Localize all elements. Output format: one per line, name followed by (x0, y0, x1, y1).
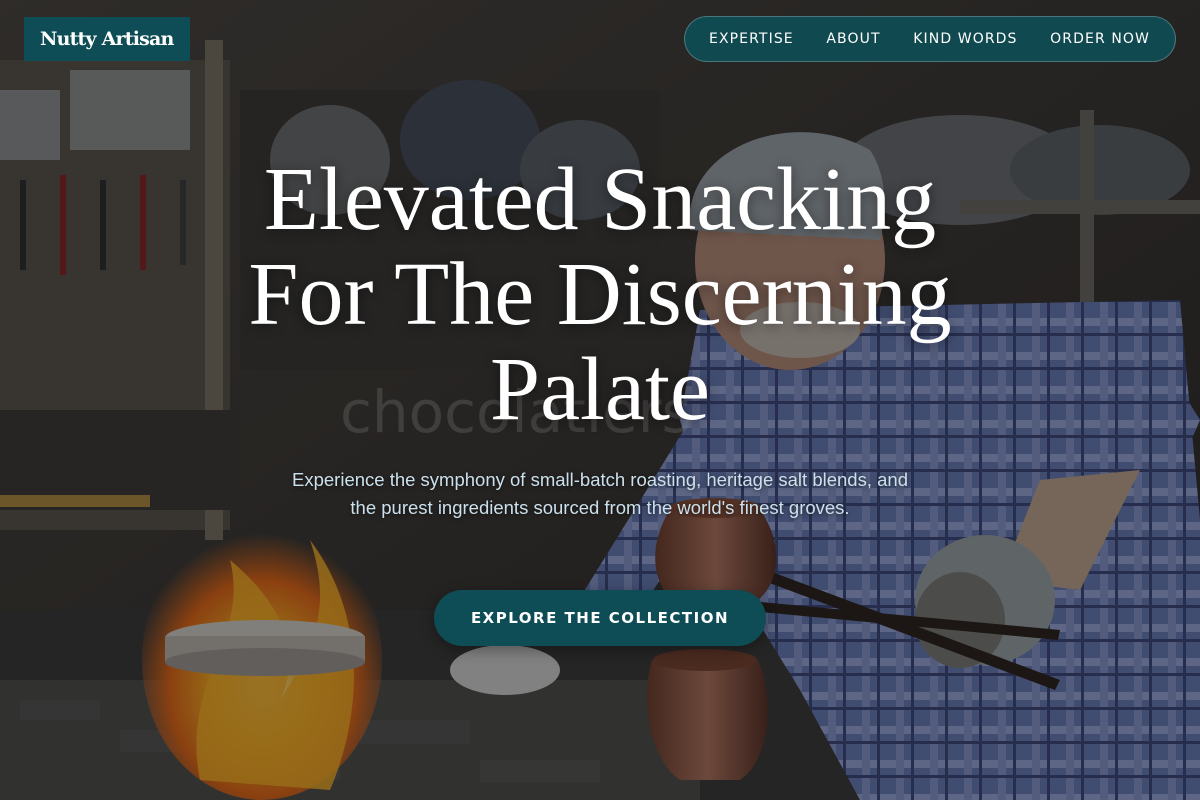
nav-item-about[interactable]: ABOUT (826, 31, 880, 47)
main-nav: EXPERTISE ABOUT KIND WORDS ORDER NOW (684, 16, 1176, 62)
hero-subtitle: Experience the symphony of small-batch r… (292, 469, 908, 518)
brand-logo[interactable]: Nutty Artisan (24, 17, 190, 61)
hero-title: Elevated Snacking For The Discerning Pal… (0, 152, 1200, 437)
nav-item-expertise[interactable]: EXPERTISE (709, 31, 794, 47)
nav-item-order-now[interactable]: ORDER NOW (1050, 31, 1150, 47)
hero-title-line-1: Elevated Snacking (263, 150, 937, 249)
explore-collection-button[interactable]: EXPLORE THE COLLECTION (434, 590, 766, 646)
hero-title-line-3: Palate (490, 340, 710, 439)
hero-title-line-2: For The Discerning (248, 245, 952, 344)
nav-item-kind-words[interactable]: KIND WORDS (913, 31, 1017, 47)
